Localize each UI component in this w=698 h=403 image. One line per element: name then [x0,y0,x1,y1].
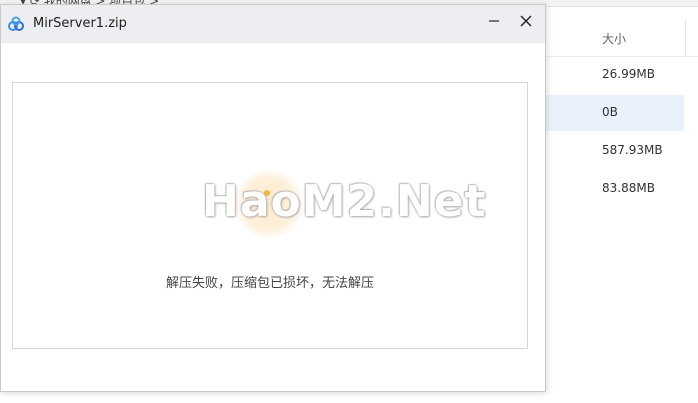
close-icon [520,12,532,31]
file-row-selected[interactable]: 0B [545,95,684,131]
close-button[interactable] [512,9,540,33]
file-size: 26.99MB [602,67,655,81]
column-divider[interactable] [685,20,686,56]
file-size: 587.93MB [602,143,663,157]
dialog-content: 解压失败，压缩包已损坏，无法解压 [12,82,528,349]
file-size: 83.88MB [602,181,655,195]
file-row[interactable]: 26.99MB [545,57,684,93]
status-glow-icon [235,170,303,238]
minimize-button[interactable] [480,9,508,33]
error-message: 解压失败，压缩包已损坏，无法解压 [165,276,374,291]
file-row[interactable]: 587.93MB [545,133,684,169]
dialog-title: MirServer1.zip [33,16,127,31]
file-list: 大小 26.99MB 0B 587.93MB 83.88MB [545,20,698,403]
file-list-header: 大小 [545,20,698,57]
status-dot-icon [264,190,270,196]
file-size: 0B [602,105,618,119]
extract-dialog: MirServer1.zip 解压失败，压缩包已损坏，无法解压 [0,4,546,392]
dialog-titlebar[interactable]: MirServer1.zip [1,5,545,43]
column-header-size[interactable]: 大小 [602,30,626,47]
file-row[interactable]: 83.88MB [545,171,684,207]
cloud-logo-icon [7,15,25,33]
minimize-icon [488,12,500,31]
